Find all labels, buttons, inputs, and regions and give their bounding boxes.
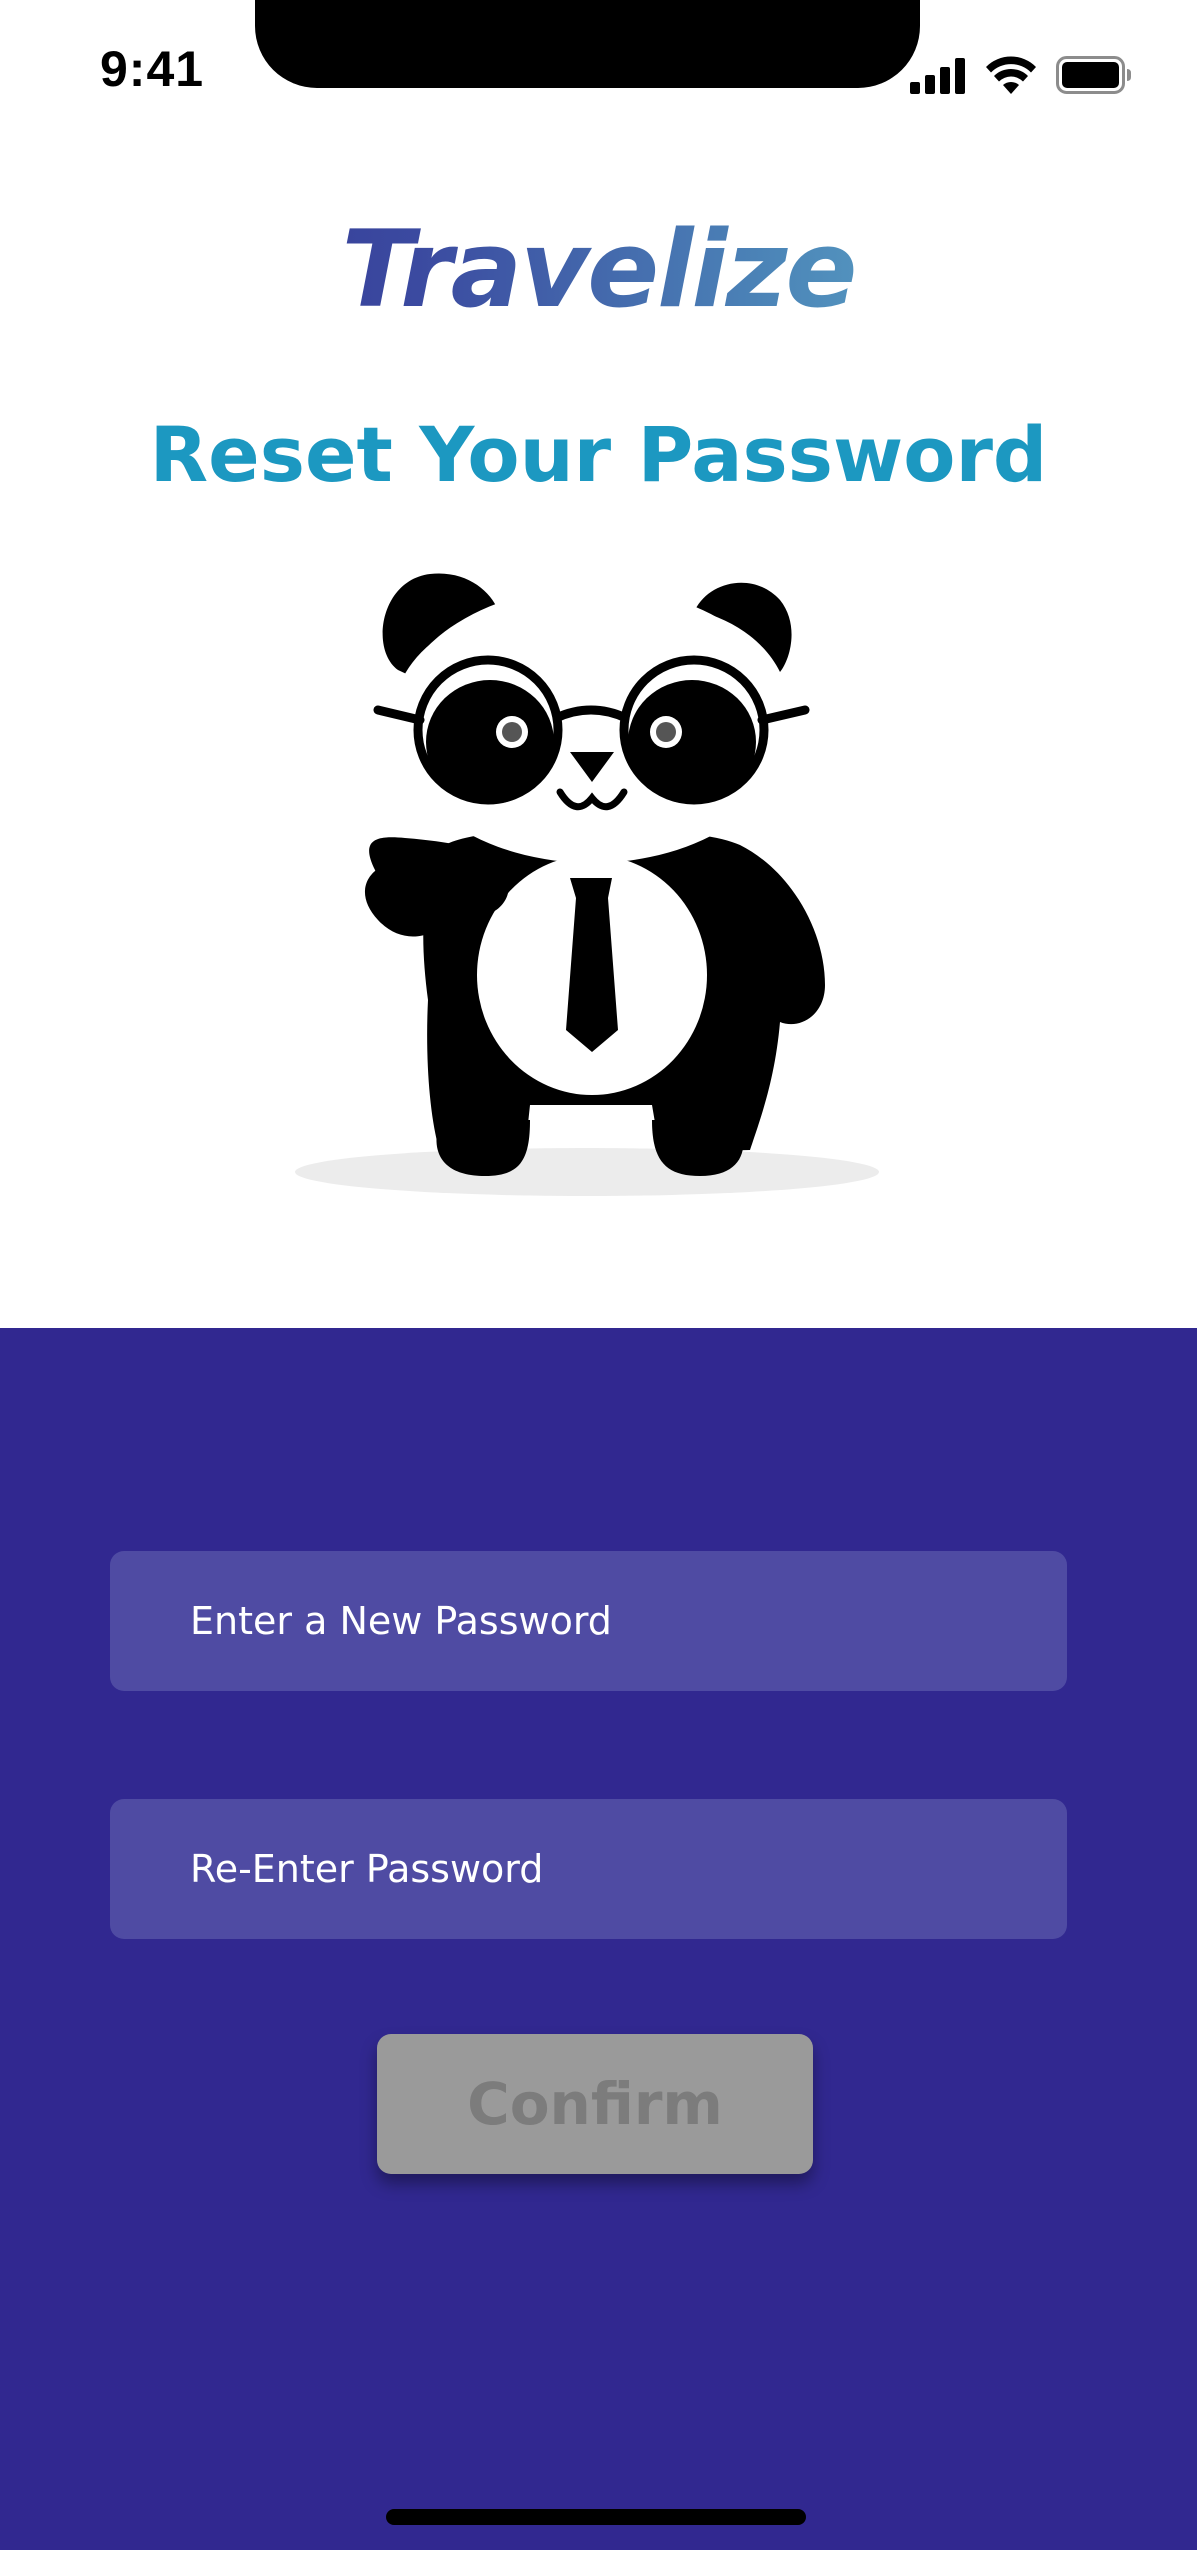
home-indicator: [386, 2509, 806, 2525]
page-title: Reset Your Password: [149, 410, 1048, 499]
status-icons: [910, 50, 1132, 94]
confirm-button[interactable]: Confirm: [377, 2034, 813, 2174]
reenter-password-input[interactable]: [110, 1799, 1067, 1939]
panda-illustration: [295, 573, 879, 1196]
wifi-icon: [986, 56, 1036, 94]
status-bar: 9:41: [0, 0, 1197, 140]
device-notch: [255, 0, 920, 88]
new-password-input[interactable]: [110, 1551, 1067, 1691]
reset-form-panel: Confirm: [0, 1328, 1197, 2550]
reset-password-screen: 9:41 Travelize Reset Your Password Confi…: [0, 0, 1197, 2550]
signal-icon: [910, 58, 965, 94]
travelize-logo: Travelize: [0, 200, 1197, 340]
status-time: 9:41: [100, 41, 205, 97]
battery-icon: [1056, 56, 1131, 94]
